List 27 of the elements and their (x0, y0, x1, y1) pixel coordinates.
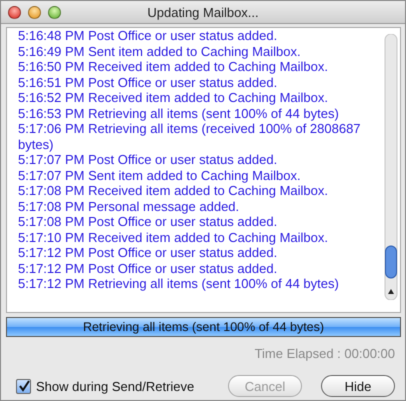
log-entry: 5:16:49 PM Sent item added to Caching Mailbox. (17, 44, 302, 59)
checkbox[interactable] (16, 378, 31, 394)
log-entry: 5:16:51 PM Post Office or user status added. (17, 74, 278, 90)
log-entry: 5:17:12 PM Post Office or user status added. (17, 245, 278, 260)
dialog-button[interactable]: Hide (321, 375, 395, 397)
log-entry: 5:17:06 PM Retrieving all items (received 100% of 2808687 bytes) (17, 121, 362, 152)
log-entry: 5:17:12 PM Retrieving all items (sent 100% of 44 bytes) (17, 276, 340, 292)
log-entry: 5:17:12 PM Post Office or user status added. (17, 260, 278, 276)
zoom-icon[interactable] (48, 6, 61, 18)
progress-label: Retrieving all items (sent 100% of 44 bytes) (82, 319, 326, 336)
minimize-icon[interactable] (28, 6, 41, 18)
log-entry: 5:16:48 PM Post Office or user status added. (17, 28, 278, 44)
window-title: Updating Mailbox... (147, 4, 259, 20)
log-entry: 5:16:53 PM Retrieving all items (sent 100% of 44 bytes) (17, 106, 340, 121)
log-entry: 5:17:08 PM Post Office or user status added. (17, 214, 278, 230)
log-entry: 5:16:50 PM Received item added to Caching Mailbox. (17, 59, 330, 74)
log-entry: 5:17:07 PM Post Office or user status added. (17, 152, 278, 168)
log-entry: 5:17:08 PM Personal message added. (17, 198, 240, 214)
log-entry: 5:17:07 PM Sent item added to Caching Mailbox. (17, 168, 302, 183)
scroll-thumb[interactable] (385, 246, 397, 278)
checkmark-icon (18, 380, 30, 392)
scroll-arrow-icon[interactable] (388, 289, 394, 294)
log-entry: 5:17:08 PM Received item added to Caching Mailbox. (17, 183, 330, 198)
log-entry: 5:17:10 PM Received item added to Caching Mailbox. (17, 230, 330, 245)
time-elapsed: Time Elapsed : 00:00:00 (254, 346, 395, 361)
close-icon[interactable] (8, 6, 21, 18)
log-entry: 5:16:52 PM Received item added to Caching Mailbox. (17, 90, 330, 106)
